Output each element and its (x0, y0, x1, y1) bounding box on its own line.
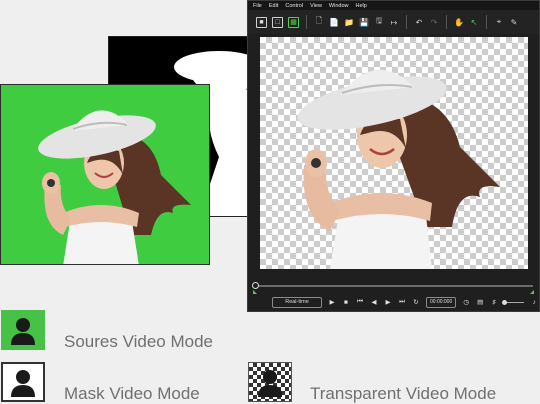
menu-view[interactable]: View (310, 3, 322, 9)
save-icon[interactable]: 💾 (359, 18, 369, 27)
skip-start-icon[interactable]: ⏮ (356, 298, 364, 306)
volume-icon[interactable]: ♯ (490, 299, 498, 306)
music-note-icon[interactable]: ♪ (530, 299, 538, 306)
loop-icon[interactable]: ↻ (412, 298, 420, 306)
app-window: File Edit Control View Window Help ■ □ ▦… (247, 0, 540, 312)
mask-mode-button[interactable]: □ (272, 16, 283, 28)
source-woman-image (38, 110, 191, 264)
preview-canvas[interactable] (260, 37, 528, 269)
timeline-track[interactable] (252, 282, 534, 294)
transparent-mode-label: Transparent Video Mode (310, 384, 497, 403)
mask-mode-label: Mask Video Mode (64, 384, 200, 403)
new-file-icon[interactable]: 🗋 (314, 15, 324, 29)
paint-icon[interactable]: ✎ (509, 18, 519, 27)
screen-icon[interactable]: ▤ (476, 298, 484, 306)
open-file-icon[interactable]: 📄 (329, 18, 339, 27)
hand-icon[interactable]: ✋ (454, 18, 464, 27)
save-as-icon[interactable]: 🖫 (374, 15, 384, 29)
source-preview-card (0, 84, 210, 265)
mask-mode-icon: □ (275, 18, 280, 26)
source-mode-button[interactable]: ■ (256, 16, 267, 28)
toolbar-divider (486, 15, 487, 29)
transparent-woman-image (297, 69, 500, 269)
toolbar-divider (306, 15, 307, 29)
open-folder-icon[interactable]: 📁 (344, 18, 354, 27)
source-mode-label: Soures Video Mode (64, 332, 214, 351)
clock-icon[interactable]: ◷ (462, 298, 470, 306)
transparent-mode-icon: ▦ (290, 19, 297, 26)
menu-help[interactable]: Help (355, 3, 366, 9)
menu-control[interactable]: Control (285, 3, 303, 9)
timecode-display: 00:00:000 (426, 296, 457, 308)
toolbar-divider (446, 15, 447, 29)
pointer-icon[interactable]: ↖ (469, 18, 479, 27)
undo-icon[interactable]: ↶ (414, 18, 424, 27)
skip-end-icon[interactable]: ⏭ (398, 298, 406, 306)
transparent-mode-button[interactable]: ▦ (288, 16, 299, 28)
menu-file[interactable]: File (253, 3, 262, 9)
volume-slider[interactable] (502, 299, 525, 305)
source-mode-legend-icon (1, 310, 45, 350)
crop-icon[interactable]: ⌖ (494, 17, 504, 27)
mask-mode-legend-icon (1, 362, 45, 402)
transparent-mode-legend-icon (248, 362, 292, 402)
source-mode-icon: ■ (259, 18, 264, 26)
playback-controls: Real-time ▶ ■ ⏮ ◀ ▶ ⏭ ↻ 00:00:000 ◷ ▤ ♯ … (248, 294, 539, 310)
redo-icon[interactable]: ↷ (429, 18, 439, 27)
person-silhouette-icon (258, 370, 282, 397)
toolbar-divider (406, 15, 407, 29)
speed-selector[interactable]: Real-time (272, 296, 322, 308)
step-back-icon[interactable]: ◀ (370, 298, 378, 306)
person-silhouette-icon (11, 370, 35, 397)
toolbar: ■ □ ▦ 🗋 📄 📁 💾 🖫 ↦ ↶ ↷ ✋ ↖ ⌖ ✎ (248, 10, 539, 34)
menu-edit[interactable]: Edit (269, 3, 278, 9)
step-forward-icon[interactable]: ▶ (384, 298, 392, 306)
person-silhouette-icon (11, 318, 35, 345)
play-icon[interactable]: ▶ (328, 298, 336, 306)
menu-window[interactable]: Window (329, 3, 349, 9)
menu-bar: File Edit Control View Window Help (248, 1, 539, 10)
export-icon[interactable]: ↦ (389, 18, 399, 27)
stop-icon[interactable]: ■ (342, 299, 350, 306)
timeline-playhead[interactable] (252, 282, 259, 289)
